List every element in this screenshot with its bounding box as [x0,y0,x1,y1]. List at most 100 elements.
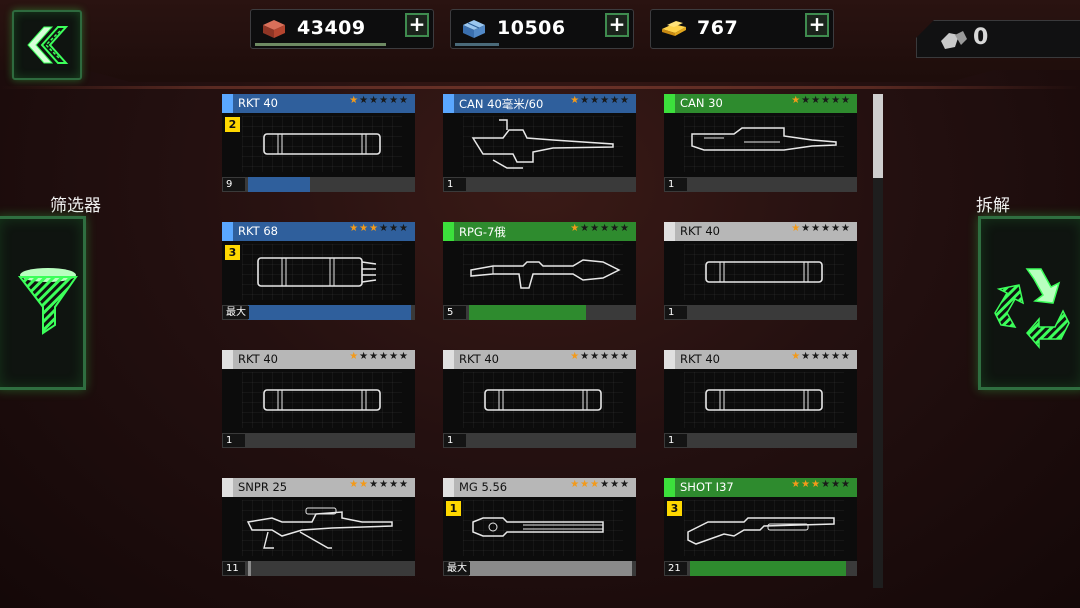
gem-counter: 0 [916,20,1080,58]
weapon-name: RKT 40 [680,352,720,366]
star-icon: ★ [359,351,370,362]
weapon-header: SNPR 25 ★★★★★★ [222,478,415,497]
upgrade-progress-bar: 1 [664,433,857,448]
weapon-card[interactable]: RKT 40 ★★★★★★ 2 9 [222,94,415,192]
weapon-card[interactable]: RKT 40 ★★★★★★ 1 [222,350,415,448]
weapon-rkt40-icon [463,372,623,428]
weapon-count: 21 [665,562,687,575]
star-rating: ★★★★★★ [349,351,409,362]
star-icon: ★ [580,95,591,106]
star-icon: ★ [610,95,621,106]
star-icon: ★ [379,351,390,362]
star-rating: ★★★★★★ [349,95,409,106]
star-icon: ★ [389,351,400,362]
filter-button[interactable] [0,216,86,390]
star-icon: ★ [369,479,380,490]
star-rating: ★★★★★★ [791,351,851,362]
weapon-card[interactable]: RKT 40 ★★★★★★ 1 [664,222,857,320]
star-icon: ★ [349,351,360,362]
resource-crates: 10506 + [450,9,634,49]
star-icon: ★ [610,479,621,490]
star-icon: ★ [369,95,380,106]
weapon-card[interactable]: RPG-7俄 ★★★★★★ 5 [443,222,636,320]
star-icon: ★ [811,479,822,490]
weapon-card[interactable]: SNPR 25 ★★★★★★ 11 [222,478,415,576]
star-icon: ★ [600,223,611,234]
star-icon: ★ [590,351,601,362]
add-gold-button[interactable]: + [805,13,829,37]
scrollbar-thumb[interactable] [873,94,883,178]
star-icon: ★ [831,351,842,362]
weapon-header: RKT 68 ★★★★★★ [222,222,415,241]
star-icon: ★ [821,95,832,106]
rarity-tab [443,94,454,113]
add-crates-button[interactable]: + [605,13,629,37]
resource-progress-bar [455,43,499,46]
scrollbar[interactable] [873,94,883,588]
rarity-tab [664,222,675,241]
star-icon: ★ [570,223,581,234]
filter-label: 筛选器 [50,196,101,216]
weapon-card[interactable]: SHOT I37 ★★★★★★ 3 21 [664,478,857,576]
star-icon: ★ [821,351,832,362]
resource-value: 10506 [497,17,566,39]
star-icon: ★ [811,223,822,234]
star-icon: ★ [570,479,581,490]
weapon-card[interactable]: RKT 40 ★★★★★★ 1 [443,350,636,448]
resource-bricks: 43409 + [250,9,434,49]
weapon-header: RKT 40 ★★★★★★ [222,94,415,113]
star-icon: ★ [620,223,630,234]
weapon-header: RKT 40 ★★★★★★ [664,350,857,369]
weapon-header: RKT 40 ★★★★★★ [443,350,636,369]
grade-badge: 2 [225,117,240,132]
recycle-icon [994,268,1070,350]
upgrade-progress-fill [690,561,846,576]
star-icon: ★ [841,95,851,106]
star-icon: ★ [580,479,591,490]
weapon-rkt40-icon [242,372,402,428]
back-button[interactable] [12,10,82,80]
weapon-card[interactable]: MG 5.56 ★★★★★★ 1 最大 [443,478,636,576]
weapon-name: CAN 30 [680,96,723,110]
weapon-card[interactable]: RKT 40 ★★★★★★ 1 [664,350,857,448]
star-rating: ★★★★★★ [570,479,630,490]
star-icon: ★ [389,479,400,490]
weapon-name: RKT 40 [459,352,499,366]
star-icon: ★ [791,479,802,490]
star-rating: ★★★★★★ [349,479,409,490]
weapon-can40-icon [463,116,623,172]
star-icon: ★ [791,223,802,234]
star-icon: ★ [590,479,601,490]
star-icon: ★ [590,95,601,106]
star-icon: ★ [831,479,842,490]
weapon-header: RKT 40 ★★★★★★ [222,350,415,369]
weapon-rkt40-icon [684,244,844,300]
star-rating: ★★★★★★ [791,95,851,106]
star-icon: ★ [841,351,851,362]
rarity-tab [443,222,454,241]
star-icon: ★ [821,479,832,490]
weapon-card[interactable]: CAN 40毫米/60 ★★★★★★ 1 [443,94,636,192]
star-icon: ★ [791,95,802,106]
weapon-grid: RKT 40 ★★★★★★ 2 9 CAN 40毫米/60 ★★★★★★ 1 CAN 30 ★★… [222,94,862,584]
weapon-card[interactable]: CAN 30 ★★★★★★ 1 [664,94,857,192]
weapon-count: 9 [223,178,245,191]
dismantle-button[interactable] [978,216,1080,390]
upgrade-progress-bar: 1 [664,177,857,192]
star-icon: ★ [620,95,630,106]
resource-value: 767 [697,17,739,39]
weapon-name: RPG-7俄 [459,225,506,239]
star-icon: ★ [399,351,409,362]
rarity-tab [664,350,675,369]
weapon-mg-icon [463,500,623,556]
star-icon: ★ [389,223,400,234]
star-icon: ★ [610,223,621,234]
weapon-count: 1 [665,178,687,191]
star-icon: ★ [369,351,380,362]
upgrade-progress-fill [469,305,586,320]
star-rating: ★★★★★★ [570,223,630,234]
star-icon: ★ [811,351,822,362]
weapon-card[interactable]: RKT 68 ★★★★★★ 3 最大 [222,222,415,320]
upgrade-progress-bar: 5 [443,305,636,320]
add-bricks-button[interactable]: + [405,13,429,37]
